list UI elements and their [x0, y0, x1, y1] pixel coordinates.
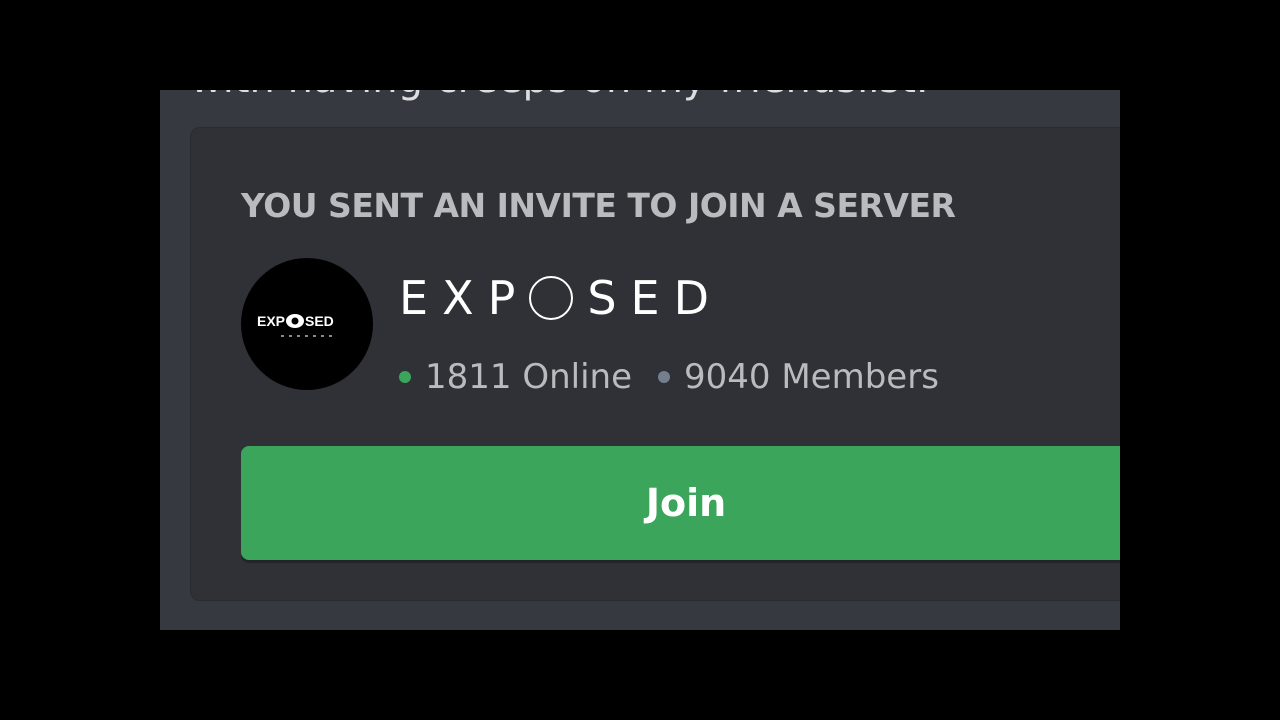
invite-card: YOU SENT AN INVITE TO JOIN A SERVER EXP … — [190, 127, 1120, 601]
exposed-server-logo-icon: EXP SED — [257, 313, 334, 337]
online-stat: 1811 Online — [399, 357, 632, 397]
online-status-dot-icon — [399, 371, 411, 383]
invite-header: YOU SENT AN INVITE TO JOIN A SERVER — [241, 186, 956, 225]
join-button-label: Join — [645, 481, 727, 525]
server-name[interactable]: EXP SED — [399, 268, 723, 328]
message-text: with having creeps on my friendslist. — [190, 90, 929, 102]
server-icon[interactable]: EXP SED — [241, 258, 373, 390]
server-stats: 1811 Online 9040 Members — [399, 354, 939, 400]
members-stat: 9040 Members — [658, 357, 939, 397]
server-icon-text-suffix: SED — [305, 313, 334, 329]
server-name-circle-icon — [529, 276, 574, 320]
members-dot-icon — [658, 371, 671, 383]
logo-subline — [281, 335, 332, 337]
screen: with having creeps on my friendslist. YO… — [0, 0, 1280, 720]
server-name-prefix: EXP — [399, 271, 530, 325]
online-count: 1811 Online — [425, 357, 633, 397]
join-button[interactable]: Join — [241, 446, 1120, 560]
server-name-suffix: SED — [587, 271, 724, 325]
server-icon-text-prefix: EXP — [257, 313, 285, 329]
chat-area: with having creeps on my friendslist. YO… — [160, 90, 1120, 630]
members-count: 9040 Members — [684, 357, 939, 397]
